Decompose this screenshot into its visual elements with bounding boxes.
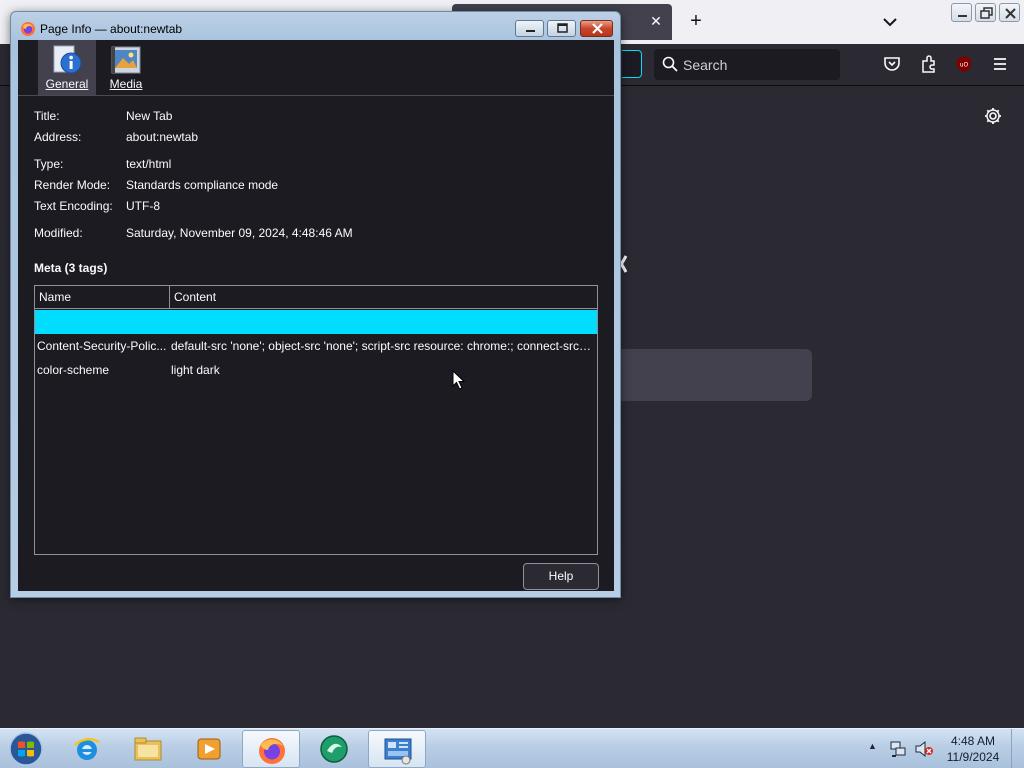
media-icon [111, 46, 141, 74]
window-close-button[interactable] [999, 3, 1020, 22]
tab-close-icon[interactable]: ✕ [648, 13, 664, 29]
search-icon [662, 56, 678, 72]
media-player-icon [197, 738, 221, 760]
window-restore-button[interactable] [975, 3, 996, 22]
meta-table[interactable]: Name Content Content-Security-Polic... d… [34, 285, 598, 555]
encoding-label: Text Encoding: [34, 199, 113, 213]
title-label: Title: [34, 109, 60, 123]
tab-media-label: Media [109, 77, 143, 91]
taskbar-green-app-button[interactable] [305, 730, 363, 768]
address-label: Address: [34, 130, 82, 144]
dialog-maximize-button[interactable] [547, 20, 576, 37]
control-panel-icon [384, 738, 412, 765]
pane-switcher: General Media [18, 40, 614, 96]
type-label: Type: [34, 157, 64, 171]
clock-date: 11/9/2024 [946, 750, 1000, 764]
page-info-dialog: Page Info — about:newtab General Media T… [10, 11, 621, 598]
title-value: New Tab [126, 109, 173, 123]
dialog-minimize-button[interactable] [515, 20, 544, 37]
info-icon [53, 45, 82, 74]
table-row[interactable]: Content-Security-Polic... default-src 'n… [35, 334, 597, 358]
volume-muted-icon[interactable] [914, 740, 934, 758]
search-placeholder: Search [683, 57, 728, 73]
meta-content-cell: default-src 'none'; object-src 'none'; s… [171, 339, 591, 353]
dialog-close-button[interactable] [580, 20, 613, 37]
tray-overflow-icon[interactable]: ▲ [868, 741, 878, 755]
show-desktop-button[interactable] [1011, 729, 1024, 768]
firefox-icon [21, 22, 35, 36]
url-bar[interactable] [622, 50, 642, 78]
newtab-search-box[interactable] [600, 349, 812, 401]
svg-text:uO: uO [960, 62, 969, 69]
render-mode-label: Render Mode: [34, 178, 111, 192]
taskbar-firefox-button[interactable] [242, 730, 300, 768]
meta-name-cell: color-scheme [37, 363, 110, 377]
meta-heading: Meta (3 tags) [34, 261, 108, 275]
modified-label: Modified: [34, 226, 83, 240]
column-header-name[interactable]: Name [35, 286, 170, 309]
help-button[interactable]: Help [523, 563, 599, 590]
search-box[interactable]: Search [654, 49, 840, 80]
tab-media[interactable]: Media [97, 40, 155, 95]
pocket-icon[interactable] [882, 54, 902, 74]
hamburger-menu-icon[interactable] [990, 54, 1010, 74]
column-header-content[interactable]: Content [170, 286, 597, 309]
table-row[interactable]: color-scheme light dark [35, 358, 597, 382]
taskbar-media-player-button[interactable] [180, 730, 238, 768]
dialog-title: Page Info — about:newtab [40, 22, 183, 36]
ublock-origin-icon[interactable]: uO [954, 54, 974, 74]
tab-general[interactable]: General [38, 40, 96, 95]
green-app-icon [320, 735, 348, 763]
render-mode-value: Standards compliance mode [126, 178, 279, 192]
encoding-value: UTF-8 [126, 199, 160, 213]
taskbar-control-panel-button[interactable] [368, 730, 426, 768]
taskbar-explorer-button[interactable] [119, 730, 177, 768]
address-value: about:newtab [126, 130, 199, 144]
taskbar-ie-button[interactable] [58, 730, 116, 768]
mouse-pointer-icon [452, 370, 466, 390]
firefox-icon [259, 738, 285, 764]
taskbar: ▲ 4:48 AM 11/9/2024 [0, 728, 1024, 768]
clock-time: 4:48 AM [950, 734, 996, 748]
internet-explorer-icon [74, 737, 100, 760]
folder-icon [134, 737, 162, 761]
table-row[interactable] [35, 310, 597, 334]
start-button-icon[interactable] [6, 731, 46, 767]
meta-content-cell: light dark [171, 363, 220, 377]
dialog-title-bar[interactable]: Page Info — about:newtab [11, 12, 620, 42]
system-clock[interactable]: 4:48 AM 11/9/2024 [940, 733, 1006, 765]
meta-table-header: Name Content [35, 286, 597, 309]
extensions-icon[interactable] [919, 54, 939, 74]
meta-name-cell: Content-Security-Polic... [37, 339, 167, 353]
general-panel: Title: New Tab Address: about:newtab Typ… [18, 97, 614, 591]
network-icon[interactable] [889, 740, 907, 758]
tab-general-label: General [45, 77, 89, 91]
type-value: text/html [126, 157, 172, 171]
chevron-down-icon[interactable] [878, 10, 902, 34]
new-tab-button[interactable]: + [684, 10, 708, 34]
window-minimize-button[interactable] [951, 3, 972, 22]
modified-value: Saturday, November 09, 2024, 4:48:46 AM [126, 226, 353, 240]
gear-icon[interactable] [983, 106, 1003, 126]
dialog-content: General Media Title: New Tab Address: ab… [18, 40, 614, 591]
